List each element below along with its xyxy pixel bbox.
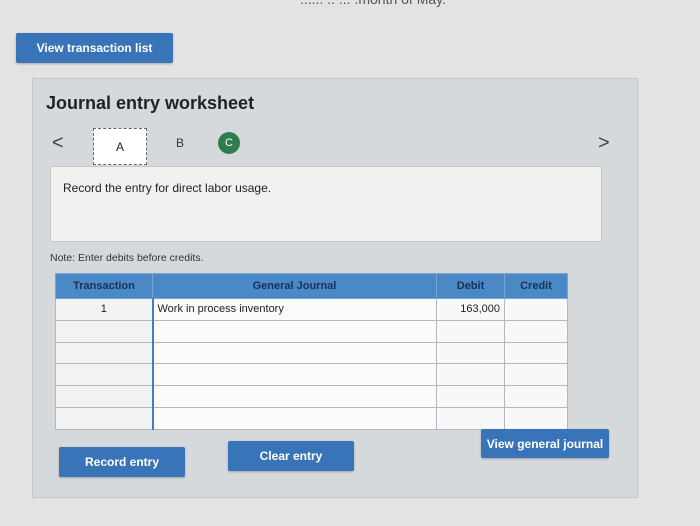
debit-cell[interactable]: 163,000	[436, 298, 505, 321]
transaction-cell[interactable]	[55, 341, 153, 365]
table-row	[55, 319, 568, 343]
tab-c[interactable]: C	[218, 132, 240, 154]
journal-account-cell[interactable]	[151, 341, 437, 365]
table-row	[55, 407, 568, 430]
debit-cell[interactable]	[436, 407, 505, 430]
note-text: Note: Enter debits before credits.	[50, 252, 204, 264]
credit-cell[interactable]	[504, 341, 568, 365]
transaction-cell[interactable]	[55, 385, 153, 409]
prev-arrow-icon[interactable]: <	[52, 132, 64, 155]
credit-cell[interactable]	[504, 319, 568, 343]
journal-account-cell[interactable]	[151, 385, 437, 409]
view-general-journal-button[interactable]: View general journal	[481, 429, 609, 458]
header-general-journal: General Journal	[152, 273, 437, 299]
table-row: 1 Work in process inventory 163,000	[55, 298, 568, 321]
record-entry-button[interactable]: Record entry	[59, 447, 185, 477]
transaction-cell[interactable]	[55, 319, 153, 343]
instruction-box: Record the entry for direct labor usage.	[50, 166, 602, 242]
journal-account-cell[interactable]: Work in process inventory	[151, 298, 437, 321]
table-row	[55, 341, 568, 365]
header-debit: Debit	[436, 273, 505, 299]
credit-cell[interactable]	[504, 298, 568, 321]
table-row	[55, 363, 568, 387]
clear-entry-button[interactable]: Clear entry	[228, 441, 354, 471]
journal-account-cell[interactable]	[151, 319, 437, 343]
credit-cell[interactable]	[504, 407, 568, 430]
header-credit: Credit	[504, 273, 568, 299]
journal-table: Transaction General Journal Debit Credit…	[55, 273, 568, 430]
debit-cell[interactable]	[436, 385, 505, 409]
journal-account-cell[interactable]	[151, 363, 437, 387]
credit-cell[interactable]	[504, 385, 568, 409]
transaction-cell[interactable]	[55, 363, 153, 387]
transaction-cell[interactable]	[55, 407, 153, 430]
worksheet-title: Journal entry worksheet	[46, 93, 255, 113]
next-arrow-icon[interactable]: >	[598, 132, 610, 155]
header-transaction: Transaction	[55, 273, 153, 299]
page-header-partial: ...... .. ... .month of May.	[300, 0, 560, 9]
journal-account-cell[interactable]	[151, 407, 437, 430]
tab-a[interactable]: A	[93, 128, 147, 165]
table-row	[55, 385, 568, 409]
credit-cell[interactable]	[504, 363, 568, 387]
transaction-cell[interactable]: 1	[55, 298, 153, 321]
debit-cell[interactable]	[436, 363, 505, 387]
debit-cell[interactable]	[436, 341, 505, 365]
instruction-text: Record the entry for direct labor usage.	[63, 181, 272, 195]
debit-cell[interactable]	[436, 319, 505, 343]
table-header-row: Transaction General Journal Debit Credit	[55, 273, 568, 299]
tab-b[interactable]: B	[165, 133, 195, 153]
view-transaction-list-button[interactable]: View transaction list	[16, 33, 173, 63]
